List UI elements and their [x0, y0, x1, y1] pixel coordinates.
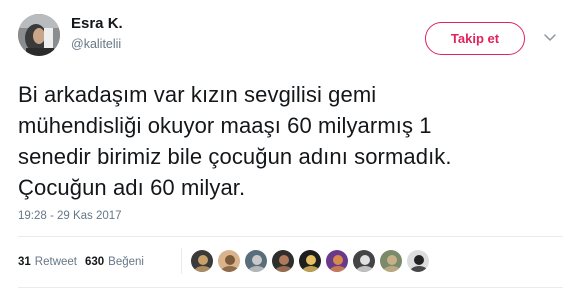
chevron-down-icon — [544, 34, 556, 41]
tweet-text: Bi arkadaşım var kızın sevgilisi gemi mü… — [18, 79, 563, 203]
tweet-text-line: Bi arkadaşım var kızın sevgilisi gemi — [18, 82, 377, 107]
tweet-text-line: senedir birimiz bile çocuğun adını sorma… — [18, 144, 452, 169]
avatar[interactable] — [18, 14, 60, 56]
tweet-text-line: Çocuğun adı 60 milyar. — [18, 175, 246, 200]
divider — [18, 287, 563, 288]
username[interactable]: @kalitelii — [71, 37, 121, 51]
liker-avatar[interactable] — [406, 249, 430, 273]
divider — [18, 236, 563, 237]
liker-avatar[interactable] — [379, 249, 403, 273]
like-count-number: 630 — [84, 256, 105, 268]
like-count-label: Beğeni — [108, 256, 144, 268]
tweet-text-line: mühendisliği okuyor maaşı 60 milyarmış 1 — [18, 113, 432, 138]
liker-avatar[interactable] — [271, 249, 295, 273]
timestamp[interactable]: 19:28 - 29 Kas 2017 — [18, 210, 122, 222]
follow-button[interactable]: Takip et — [425, 22, 525, 55]
liker-avatar[interactable] — [298, 249, 322, 273]
retweet-count-number: 31 — [18, 256, 31, 268]
liker-avatar[interactable] — [190, 249, 214, 273]
more-options-button[interactable] — [541, 29, 559, 47]
retweet-count[interactable]: 31 Retweet — [18, 256, 77, 268]
liker-avatar[interactable] — [325, 249, 349, 273]
tweet-card: Esra K. @kalitelii Takip et Bi arkadaşım… — [0, 0, 575, 290]
like-count[interactable]: 630 Beğeni — [85, 256, 144, 268]
display-name[interactable]: Esra K. — [71, 15, 123, 32]
liker-avatar[interactable] — [352, 249, 376, 273]
liker-avatar[interactable] — [244, 249, 268, 273]
liker-avatars — [190, 248, 433, 274]
stats-separator — [181, 248, 182, 274]
retweet-count-label: Retweet — [34, 256, 77, 268]
tweet-stats: 31 Retweet 630 Beğeni — [18, 246, 152, 278]
avatar-image — [18, 14, 60, 56]
liker-avatar[interactable] — [217, 249, 241, 273]
